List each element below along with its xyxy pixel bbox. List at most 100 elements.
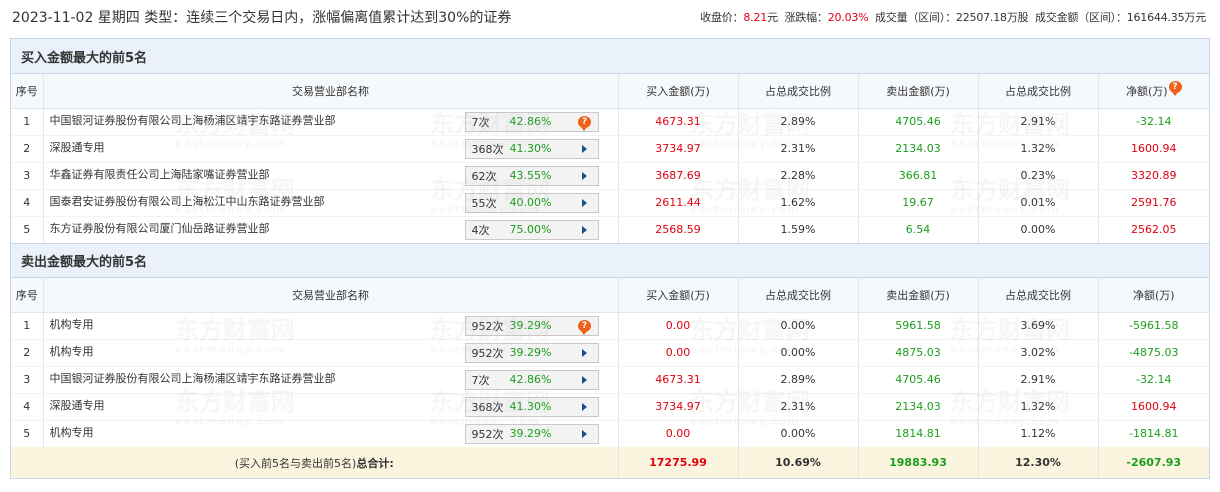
arrow-right-icon[interactable] (572, 402, 598, 411)
sell-amount: 2134.03 (858, 135, 979, 163)
sell-amount: 2134.03 (858, 393, 979, 421)
success-rate: 39.29% (509, 319, 552, 332)
broker-name-link[interactable]: 机构专用 (50, 424, 94, 440)
arrow-right-icon[interactable] (572, 429, 598, 438)
broker-stat-box[interactable]: 368次 41.30% (464, 396, 599, 417)
buy-amount: 2568.59 (618, 216, 739, 243)
table-row: 2 机构专用 952次 39.29% 0.00 0.00% 4875.03 3.02% -487… (11, 339, 1209, 367)
sell-ratio: 0.23% (978, 162, 1099, 190)
broker-name-link[interactable]: 中国银河证券股份有限公司上海杨浦区靖宇东路证券营业部 (50, 370, 336, 386)
success-rate: 75.00% (509, 223, 552, 236)
sell-amount: 366.81 (858, 162, 979, 190)
buy-amount: 0.00 (618, 420, 739, 447)
close-unit: 元 (767, 11, 778, 24)
broker-cell: 国泰君安证券股份有限公司上海松江中山东路证券营业部 55次 40.00% (43, 189, 619, 217)
net-amount: 2562.05 (1131, 223, 1177, 237)
appearance-count: 368次 (471, 400, 504, 414)
buy-ratio: 0.00% (738, 420, 859, 447)
broker-stat-box[interactable]: 952次 39.29% (464, 423, 599, 444)
success-rate: 42.86% (509, 115, 552, 128)
broker-stat-box[interactable]: 62次 43.55% (464, 165, 599, 186)
buy-ratio: 0.00% (738, 312, 859, 340)
question-bubble-icon[interactable]: ? (572, 319, 598, 335)
net-amount: 3320.89 (1098, 162, 1209, 190)
arrow-right-icon[interactable] (572, 144, 598, 153)
sell-amount: 19.67 (858, 189, 979, 217)
buy-ratio: 0.00% (738, 339, 859, 367)
table-row: 4 深股通专用 368次 41.30% 3734.97 2.31% 2134.03 1.32%… (11, 393, 1209, 421)
row-seq: 3 (11, 162, 44, 190)
broker-cell: 中国银河证券股份有限公司上海杨浦区靖宇东路证券营业部 7次 42.86%? (43, 108, 619, 136)
broker-stat-box[interactable]: 368次 41.30% (464, 138, 599, 159)
buy-amount: 3734.97 (618, 135, 739, 163)
success-rate: 43.55% (509, 169, 552, 182)
table-row: 3 华鑫证券有限责任公司上海陆家嘴证券营业部 62次 43.55% 3687.69 2.2… (11, 162, 1209, 190)
broker-cell: 中国银河证券股份有限公司上海杨浦区靖宇东路证券营业部 7次 42.86% (43, 366, 619, 394)
volume-text: 成交量（区间）：22507.18万股 (875, 11, 1029, 24)
total-label: (买入前5名与卖出前5名)总合计: (11, 447, 619, 478)
col-buy-ratio: 占总成交比例 (738, 278, 859, 313)
broker-stat-box[interactable]: 7次 42.86% (464, 369, 599, 390)
sell-section-title: 卖出金额最大的前5名 (11, 243, 1209, 278)
broker-name-link[interactable]: 深股通专用 (50, 397, 105, 413)
broker-name-link[interactable]: 中国银河证券股份有限公司上海杨浦区靖宇东路证券营业部 (50, 112, 336, 128)
appearance-count: 62次 (471, 169, 497, 183)
broker-stat-box[interactable]: 952次 39.29% (464, 342, 599, 363)
broker-stat-box[interactable]: 952次 39.29%? (464, 315, 599, 336)
broker-name-link[interactable]: 机构专用 (50, 316, 94, 332)
buy-amount: 0.00 (618, 339, 739, 367)
col-broker-name: 交易营业部名称 (43, 74, 619, 109)
broker-stat-box[interactable]: 7次 42.86%? (464, 111, 599, 132)
appearance-count: 4次 (471, 223, 490, 237)
buy-ratio: 2.89% (738, 366, 859, 394)
sell-ratio: 0.00% (978, 216, 1099, 243)
arrow-right-icon[interactable] (572, 198, 598, 207)
col-broker-name: 交易营业部名称 (43, 278, 619, 313)
broker-cell: 华鑫证券有限责任公司上海陆家嘴证券营业部 62次 43.55% (43, 162, 619, 190)
net-amount: 1600.94 (1098, 135, 1209, 163)
net-amount: -5961.58 (1098, 312, 1209, 340)
broker-name-link[interactable]: 机构专用 (50, 343, 94, 359)
sell-amount: 4705.46 (858, 108, 979, 136)
total-net: -2607.93 (1098, 447, 1209, 478)
question-bubble-icon[interactable]: ? (572, 115, 598, 131)
row-seq: 2 (11, 135, 44, 163)
date-type-title: 2023-11-02 星期四 类型：连续三个交易日内，涨幅偏离值累计达到30%的… (12, 10, 512, 26)
broker-name-link[interactable]: 国泰君安证券股份有限公司上海松江中山东路证券营业部 (50, 193, 325, 209)
change-value: 20.03% (827, 11, 869, 24)
arrow-right-icon[interactable] (572, 348, 598, 357)
table-row: 5 机构专用 952次 39.29% 0.00 0.00% 1814.81 1.12% -181… (11, 420, 1209, 447)
row-seq: 4 (11, 393, 44, 421)
arrow-right-icon[interactable] (572, 375, 598, 384)
col-net-amount: 净额(万) (1098, 278, 1209, 313)
row-seq: 1 (11, 312, 44, 340)
appearance-count: 7次 (471, 373, 490, 387)
broker-name-link[interactable]: 深股通专用 (50, 139, 105, 155)
row-seq: 2 (11, 339, 44, 367)
row-seq: 1 (11, 108, 44, 136)
buy-amount: 3687.69 (618, 162, 739, 190)
broker-stat-box[interactable]: 55次 40.00% (464, 192, 599, 213)
sell-ratio: 1.12% (978, 420, 1099, 447)
row-seq: 4 (11, 189, 44, 217)
col-sell-ratio: 占总成交比例 (978, 74, 1099, 109)
arrow-right-icon[interactable] (572, 225, 598, 234)
question-bubble-icon[interactable]: ? (1168, 80, 1182, 96)
sell-amount: 4705.46 (858, 366, 979, 394)
row-seq: 5 (11, 420, 44, 447)
broker-cell: 机构专用 952次 39.29% (43, 420, 619, 447)
arrow-right-icon[interactable] (572, 171, 598, 180)
broker-stat-box[interactable]: 4次 75.00% (464, 219, 599, 240)
col-seq: 序号 (11, 278, 44, 313)
buy-table: 序号 交易营业部名称 买入金额(万) 占总成交比例 卖出金额(万) 占总成交比例… (11, 74, 1209, 243)
net-amount: 2591.76 (1098, 189, 1209, 217)
broker-name-link[interactable]: 东方证券股份有限公司厦门仙岳路证券营业部 (50, 220, 270, 236)
price-summary: 收盘价：8.21元 涨跌幅：20.03% 成交量（区间）：22507.18万股 … (700, 9, 1206, 25)
appearance-count: 952次 (471, 427, 504, 441)
total-label-bold: 总合计: (356, 456, 394, 470)
table-row: 1 中国银河证券股份有限公司上海杨浦区靖宇东路证券营业部 7次 42.86%? 4673… (11, 108, 1209, 136)
total-row: (买入前5名与卖出前5名)总合计: 17275.99 10.69% 19883.… (11, 447, 1209, 478)
broker-name-link[interactable]: 华鑫证券有限责任公司上海陆家嘴证券营业部 (50, 166, 270, 182)
sell-ratio: 3.69% (978, 312, 1099, 340)
appearance-count: 952次 (471, 319, 504, 333)
